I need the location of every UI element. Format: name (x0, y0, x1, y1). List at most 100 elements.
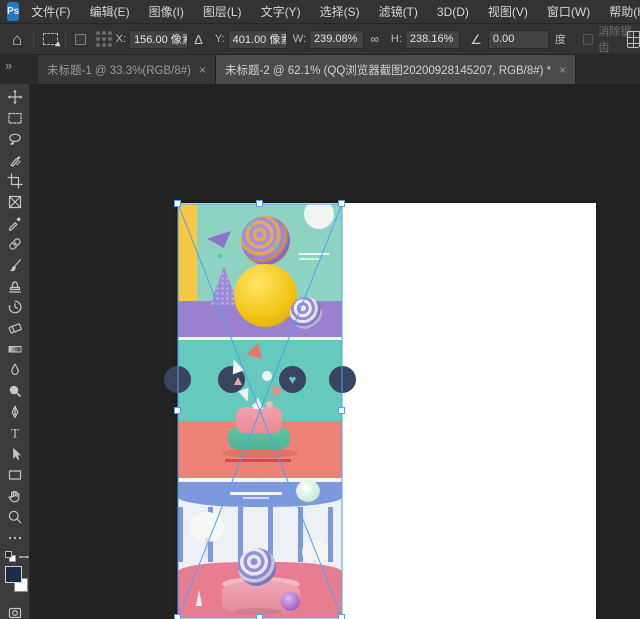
sprinkle-dot (274, 244, 278, 248)
link-dimensions-icon[interactable]: ∞ (370, 33, 379, 45)
brush-tool[interactable] (0, 254, 30, 275)
transform-reference-icon[interactable] (43, 33, 58, 45)
menu-item-image[interactable]: 图像(I) (149, 3, 184, 20)
document-tab-untitled-2[interactable]: 未标题-2 @ 62.1% (QQ浏览器截图20200928145207, RG… (216, 55, 576, 84)
white-text-line (230, 492, 282, 495)
white-strip (178, 337, 342, 340)
reference-point-toggle[interactable] (75, 34, 86, 45)
reference-point-locator-icon[interactable] (96, 31, 100, 35)
foreground-color-swatch[interactable] (5, 566, 22, 583)
tools-panel: T (0, 84, 30, 619)
menu-item-window[interactable]: 窗口(W) (547, 3, 590, 20)
svg-text:T: T (11, 425, 19, 440)
rotation-angle-icon: ∠ (470, 33, 482, 46)
spot-healing-brush-tool[interactable] (0, 233, 30, 254)
rectangular-marquee-tool[interactable] (0, 107, 30, 128)
frame-tool[interactable] (0, 191, 30, 212)
clone-stamp-tool[interactable] (0, 275, 30, 296)
rectangle-tool[interactable] (0, 464, 30, 485)
menu-bar: Ps 文件(F) 编辑(E) 图像(I) 图层(L) 文字(Y) 选择(S) 滤… (0, 0, 640, 24)
height-scale-input[interactable]: 238.16% (405, 30, 460, 49)
edit-toolbar-ellipsis[interactable] (0, 527, 30, 548)
navy-circle (329, 366, 356, 393)
navy-circle-heart: ♥ (279, 366, 306, 393)
menu-item-layer[interactable]: 图层(L) (203, 3, 242, 20)
transform-handle-top-right[interactable] (338, 200, 345, 207)
tiny-text-line (299, 253, 329, 255)
striped-ball-small (290, 297, 322, 329)
type-tool[interactable]: T (0, 422, 30, 443)
history-brush-tool[interactable] (0, 296, 30, 317)
rotation-angle-input[interactable]: 0.00 (488, 30, 549, 49)
transform-handle-bottom-left[interactable] (174, 614, 181, 619)
lasso-tool[interactable] (0, 128, 30, 149)
yellow-wall (178, 204, 197, 304)
menu-item-edit[interactable]: 编辑(E) (90, 3, 130, 20)
photoshop-logo: Ps (7, 2, 19, 21)
pen-tool[interactable] (0, 401, 30, 422)
pasted-smart-object[interactable]: ♥ (178, 204, 342, 618)
menu-item-filter[interactable]: 滤镜(T) (379, 3, 418, 20)
menu-item-select[interactable]: 选择(S) (320, 3, 360, 20)
zoom-tool[interactable] (0, 506, 30, 527)
purple-ball (281, 592, 300, 611)
relative-position-delta-icon[interactable]: Δ (194, 33, 203, 46)
transform-handle-bottom-right[interactable] (338, 614, 345, 619)
move-tool[interactable] (0, 86, 30, 107)
tools-panel-collapse-icon[interactable]: » (0, 55, 38, 84)
striped-ball (238, 548, 276, 586)
transform-handle-middle-right[interactable] (338, 407, 345, 414)
default-colors-icon[interactable] (4, 550, 17, 564)
warp-mode-icon[interactable] (627, 31, 640, 48)
pink-ball-topper (266, 401, 273, 408)
hand-tool[interactable] (0, 485, 30, 506)
glow-orb (296, 480, 320, 502)
gradient-tool[interactable] (0, 338, 30, 359)
y-field-label: Y: (215, 33, 225, 45)
x-position-input[interactable]: 156.00 像素 (129, 30, 188, 49)
color-controls-row (0, 548, 29, 564)
width-scale-input[interactable]: 239.08% (309, 30, 364, 49)
transform-handle-top-center[interactable] (256, 200, 263, 207)
menu-item-help[interactable]: 帮助(H) (609, 3, 640, 20)
angle-unit-label: 度 (555, 31, 566, 47)
eraser-tool[interactable] (0, 317, 30, 338)
menu-item-view[interactable]: 视图(V) (488, 3, 528, 20)
home-icon[interactable]: ⌂ (12, 31, 22, 48)
dodge-tool[interactable] (0, 380, 30, 401)
quick-mask-icon[interactable] (0, 605, 29, 619)
separator (65, 30, 66, 48)
swap-colors-icon[interactable] (17, 550, 30, 564)
transform-handle-middle-left[interactable] (174, 407, 181, 414)
image-section-cake-podium (178, 421, 342, 478)
x-field-label: X: (116, 33, 126, 45)
navy-circle (164, 366, 191, 393)
crop-tool[interactable] (0, 170, 30, 191)
quick-selection-tool[interactable] (0, 149, 30, 170)
menu-item-type[interactable]: 文字(Y) (261, 3, 301, 20)
eyedropper-tool[interactable] (0, 212, 30, 233)
sprinkle-dot (248, 222, 252, 226)
falling-white-cone (238, 388, 253, 404)
white-text-line (243, 497, 269, 499)
document-tab-untitled-1[interactable]: 未标题-1 @ 33.3%(RGB/8#) × (38, 55, 216, 84)
falling-white-ball (262, 371, 272, 381)
close-tab-icon[interactable]: × (559, 63, 566, 77)
blur-tool[interactable] (0, 359, 30, 380)
sprinkle-dot (218, 254, 222, 258)
path-selection-tool[interactable] (0, 443, 30, 464)
menu-item-file[interactable]: 文件(F) (31, 3, 70, 20)
cake-shadow (222, 448, 298, 458)
tab-label: 未标题-2 @ 62.1% (QQ浏览器截图20200928145207, RG… (225, 62, 551, 78)
tab-label: 未标题-1 @ 33.3%(RGB/8#) (47, 62, 191, 78)
anti-alias-checkbox[interactable] (583, 34, 594, 45)
image-section-teal-spheres (178, 204, 342, 337)
y-position-input[interactable]: 401.00 像素 (228, 30, 287, 49)
menu-item-3d[interactable]: 3D(D) (437, 5, 469, 19)
transform-handle-top-left[interactable] (174, 200, 181, 207)
close-tab-icon[interactable]: × (199, 63, 206, 77)
yellow-sphere (234, 264, 297, 327)
canvas-area[interactable]: ♥ (30, 84, 640, 619)
transform-handle-bottom-center[interactable] (256, 614, 263, 619)
purple-triangle (207, 231, 231, 248)
